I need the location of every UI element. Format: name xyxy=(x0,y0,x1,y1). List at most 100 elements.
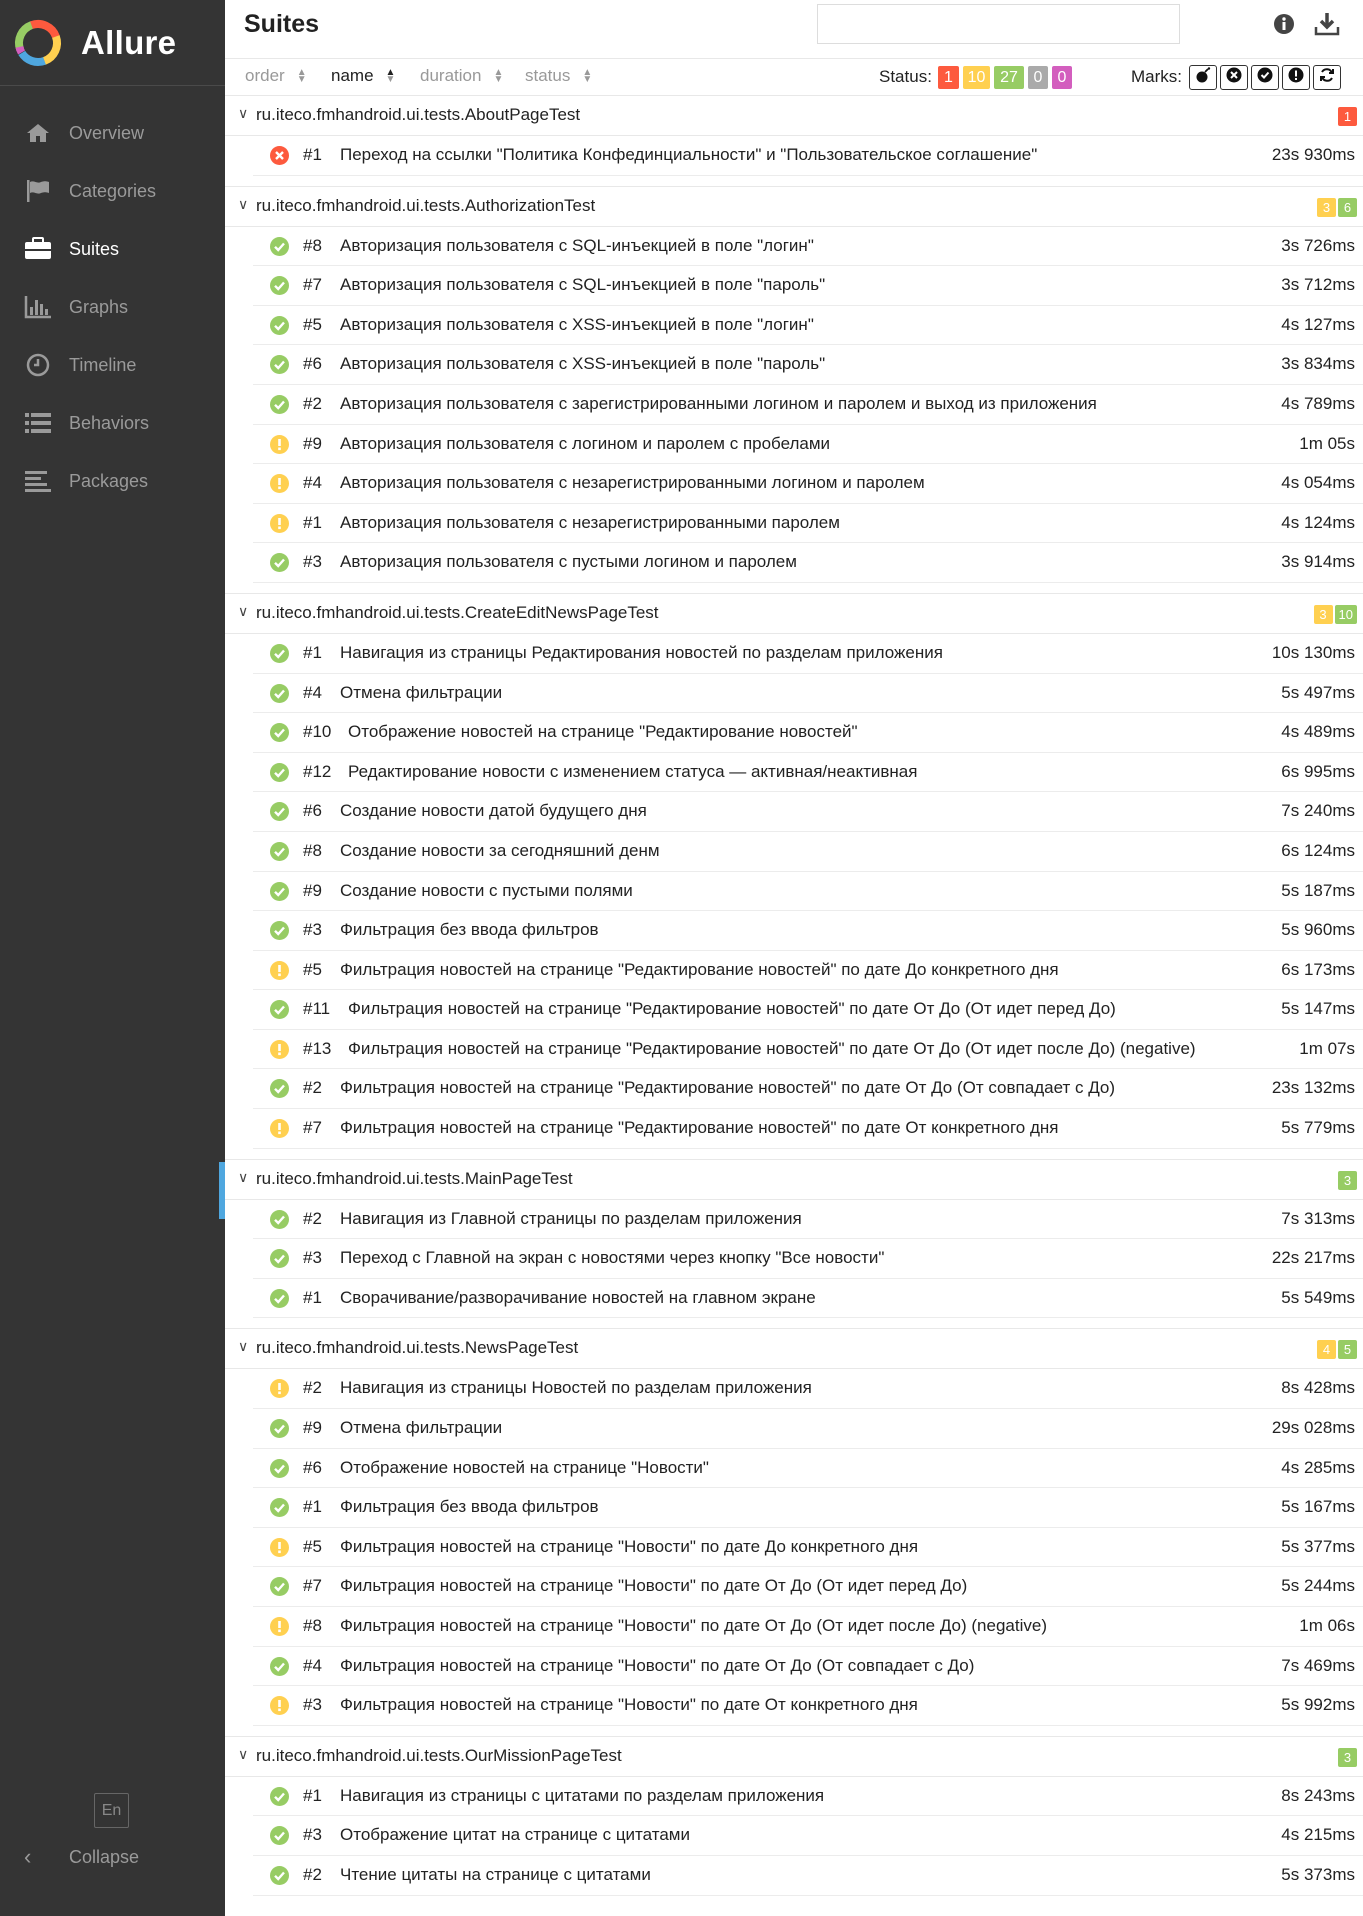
collapse-button[interactable]: ‹ Collapse xyxy=(24,1839,139,1875)
test-duration: 4s 215ms xyxy=(1281,1825,1355,1845)
suite-header[interactable]: ∨ ru.iteco.fmhandroid.ui.tests.Authorizat… xyxy=(225,187,1363,227)
test-row[interactable]: #5 Фильтрация новостей на странице "Редак… xyxy=(253,951,1363,991)
test-duration: 1m 05s xyxy=(1299,433,1355,453)
sort-name-label: name xyxy=(331,66,374,85)
test-row[interactable]: #9 Авторизация пользователя с логином и п… xyxy=(253,425,1363,465)
chevron-down-icon: ∨ xyxy=(238,1745,249,1762)
status-broken-toggle[interactable]: 10 xyxy=(963,66,990,89)
test-row[interactable]: #4 Авторизация пользователя с незарегистр… xyxy=(253,464,1363,504)
test-number: #11 xyxy=(303,999,331,1019)
test-row[interactable]: #4 Фильтрация новостей на странице "Новос… xyxy=(253,1647,1363,1687)
collapse-label: Collapse xyxy=(69,1846,140,1867)
suite-header[interactable]: ∨ ru.iteco.fmhandroid.ui.tests.MainPageTe… xyxy=(225,1160,1363,1200)
brand[interactable]: Allure xyxy=(0,0,225,86)
test-name: Навигация из Главной страницы по раздела… xyxy=(340,1208,802,1228)
test-row[interactable]: #1 Фильтрация без ввода фильтров 5s 167ms xyxy=(253,1488,1363,1528)
check-circle-icon xyxy=(270,553,289,573)
test-row[interactable]: #3 Фильтрация новостей на странице "Новос… xyxy=(253,1686,1363,1726)
times-circle-icon xyxy=(270,146,289,165)
suite-name: ru.iteco.fmhandroid.ui.tests.AboutPageTe… xyxy=(256,105,581,124)
info-icon[interactable] xyxy=(1273,13,1295,35)
test-row[interactable]: #2 Авторизация пользователя с зарегистрир… xyxy=(253,385,1363,425)
test-name: Навигация из страницы Редактирования нов… xyxy=(340,642,943,662)
status-skipped-toggle[interactable]: 0 xyxy=(1028,66,1048,89)
test-row[interactable]: #3 Переход с Главной на экран с новостями… xyxy=(253,1239,1363,1279)
suite-header[interactable]: ∨ ru.iteco.fmhandroid.ui.tests.OurMission… xyxy=(225,1737,1363,1777)
check-circle-icon xyxy=(270,1577,289,1597)
status-count: 27 xyxy=(1000,68,1018,86)
test-row[interactable]: #3 Отображение цитат на странице с цитата… xyxy=(253,1816,1363,1856)
status-unknown-toggle[interactable]: 0 xyxy=(1052,66,1072,89)
mark-flaky-toggle[interactable] xyxy=(1189,65,1217,90)
test-row[interactable]: #8 Авторизация пользователя с SQL-инъекци… xyxy=(253,227,1363,267)
test-row[interactable]: #10 Отображение новостей на странице "Ред… xyxy=(253,713,1363,753)
test-duration: 10s 130ms xyxy=(1271,642,1355,662)
test-row[interactable]: #11 Фильтрация новостей на странице "Реда… xyxy=(253,990,1363,1030)
suite-header[interactable]: ∨ ru.iteco.fmhandroid.ui.tests.NewsPageTe… xyxy=(225,1329,1363,1370)
check-circle-icon xyxy=(270,762,289,782)
exclamation-circle-icon xyxy=(270,960,289,980)
check-circle-icon xyxy=(270,315,289,335)
test-row[interactable]: #8 Создание новости за сегодняшний денм 6s… xyxy=(253,832,1363,872)
sort-name[interactable]: name ▲ ▼ xyxy=(331,66,395,86)
test-row[interactable]: #12 Редактирование новости с изменением с… xyxy=(253,753,1363,793)
test-row[interactable]: #3 Авторизация пользователя с пустыми лог… xyxy=(253,543,1363,583)
sort-duration[interactable]: duration ▲ ▼ xyxy=(420,66,503,86)
nav-item-categories[interactable]: Categories xyxy=(0,162,225,220)
nav-item-packages[interactable]: Packages xyxy=(0,452,225,510)
test-row[interactable]: #2 Навигация из Главной страницы по разде… xyxy=(253,1200,1363,1240)
test-number: #6 xyxy=(303,1457,322,1477)
test-duration: 5s 960ms xyxy=(1281,920,1355,940)
test-row[interactable]: #2 Фильтрация новостей на странице "Редак… xyxy=(253,1069,1363,1110)
test-row[interactable]: #1 Сворачивание/разворачивание новостей н… xyxy=(253,1279,1363,1319)
test-row[interactable]: #3 Фильтрация без ввода фильтров 5s 960ms xyxy=(253,911,1363,951)
test-row[interactable]: #9 Создание новости с пустыми полями 5s 18… xyxy=(253,872,1363,912)
nav-item-timeline[interactable]: Timeline xyxy=(0,336,225,394)
nav-item-overview[interactable]: Overview xyxy=(0,104,225,162)
test-row[interactable]: #5 Авторизация пользователя с XSS-инъекци… xyxy=(253,306,1363,346)
sort-order-label: order xyxy=(245,66,285,85)
test-row[interactable]: #7 Фильтрация новостей на странице "Новос… xyxy=(253,1567,1363,1607)
test-row[interactable]: #7 Авторизация пользователя с SQL-инъекци… xyxy=(253,266,1363,306)
language-button[interactable]: En xyxy=(94,1793,129,1828)
download-icon[interactable] xyxy=(1314,11,1340,37)
test-row[interactable]: #2 Навигация из страницы Новостей по разд… xyxy=(253,1369,1363,1410)
test-duration: 4s 789ms xyxy=(1281,393,1355,413)
mark-new-failed-toggle[interactable] xyxy=(1220,65,1248,90)
suite-header[interactable]: ∨ ru.iteco.fmhandroid.ui.tests.AboutPageT… xyxy=(225,96,1363,136)
test-row[interactable]: #2 Чтение цитаты на странице с цитатами 5s… xyxy=(253,1856,1363,1896)
sort-order[interactable]: order ▲ ▼ xyxy=(245,66,307,86)
test-row[interactable]: #1 Переход на ссылки "Политика Конфединци… xyxy=(253,136,1363,176)
status-failed-toggle[interactable]: 1 xyxy=(938,66,959,89)
search-input[interactable] xyxy=(817,4,1180,44)
nav-item-behaviors[interactable]: Behaviors xyxy=(0,394,225,452)
nav-item-graphs[interactable]: Graphs xyxy=(0,278,225,336)
nav-label: Graphs xyxy=(69,296,129,317)
test-number: #7 xyxy=(303,1118,322,1138)
suite-header[interactable]: ∨ ru.iteco.fmhandroid.ui.tests.CreateEdit… xyxy=(225,594,1363,634)
test-row[interactable]: #1 Авторизация пользователя с незарегистр… xyxy=(253,504,1363,544)
test-duration: 5s 377ms xyxy=(1281,1536,1355,1556)
test-row[interactable]: #1 Навигация из страницы Редактирования н… xyxy=(253,634,1363,674)
check-circle-icon xyxy=(270,802,289,822)
test-row[interactable]: #5 Фильтрация новостей на странице "Новос… xyxy=(253,1528,1363,1568)
test-row[interactable]: #4 Отмена фильтрации 5s 497ms xyxy=(253,674,1363,714)
mark-retries-toggle[interactable] xyxy=(1313,65,1341,90)
test-row[interactable]: #6 Авторизация пользователя с XSS-инъекци… xyxy=(253,345,1363,385)
test-row[interactable]: #6 Создание новости датой будущего дня 7s … xyxy=(253,792,1363,832)
test-row[interactable]: #7 Фильтрация новостей на странице "Редак… xyxy=(253,1109,1363,1149)
mark-new-passed-toggle[interactable] xyxy=(1251,65,1279,90)
test-row[interactable]: #6 Отображение новостей на странице "Ново… xyxy=(253,1449,1363,1489)
suite-status-counts: 1 xyxy=(1338,107,1357,126)
check-circle-icon xyxy=(270,1209,289,1229)
nav-item-suites[interactable]: Suites xyxy=(0,220,225,278)
test-row[interactable]: #8 Фильтрация новостей на странице "Новос… xyxy=(253,1607,1363,1647)
check-circle-icon xyxy=(270,1419,289,1439)
test-row[interactable]: #9 Отмена фильтрации 29s 028ms xyxy=(253,1409,1363,1449)
status-passed-toggle[interactable]: 27 xyxy=(994,66,1024,89)
test-name: Авторизация пользователя с XSS-инъекцией… xyxy=(340,314,814,334)
test-row[interactable]: #1 Навигация из страницы с цитатами по ра… xyxy=(253,1777,1363,1817)
sort-status[interactable]: status ▲ ▼ xyxy=(525,66,592,86)
mark-new-broken-toggle[interactable] xyxy=(1282,65,1310,90)
test-row[interactable]: #13 Фильтрация новостей на странице "Реда… xyxy=(253,1030,1363,1070)
